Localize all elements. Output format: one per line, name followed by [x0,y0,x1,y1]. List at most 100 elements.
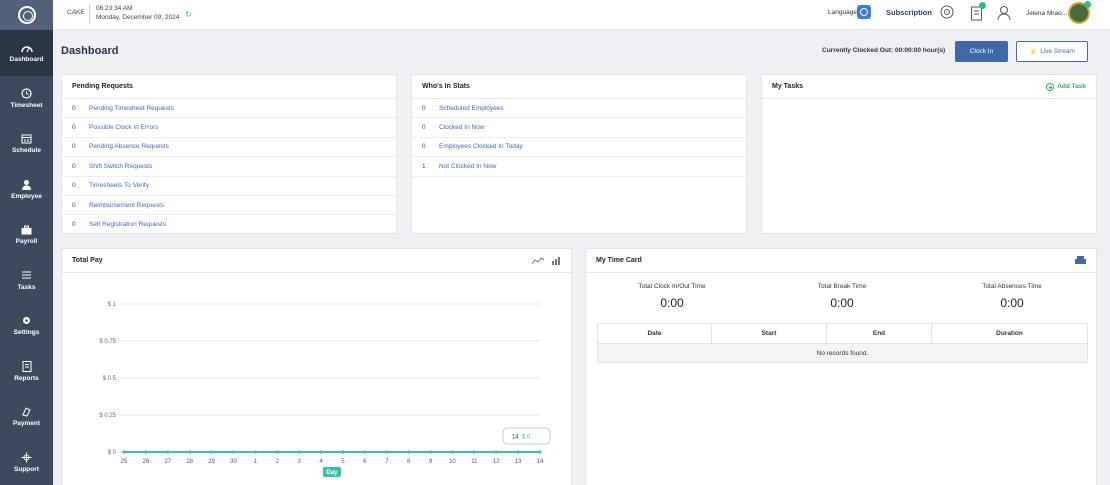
app-logo[interactable] [0,0,53,30]
stat-label: Total Absences Time [982,283,1042,290]
data-point[interactable] [144,450,148,454]
subscription-link[interactable]: Subscription [886,8,932,17]
item-link[interactable]: Scheduled Employees [439,105,504,112]
line-chart-icon[interactable] [532,256,544,265]
y-tick-label: $ 0.75 [99,339,116,345]
x-tick-label: 2 [276,459,280,465]
item-link[interactable]: Possible Clock In Errors [89,124,158,131]
page-title: Dashboard [61,45,119,57]
list-icon [20,270,33,281]
data-point[interactable] [450,450,455,454]
sidebar-item-support[interactable]: Support [0,440,53,485]
sidebar-item-payment[interactable]: Payment [0,394,53,440]
help-lifebuoy-icon[interactable] [940,5,954,21]
data-point[interactable] [341,450,345,454]
data-point[interactable] [188,450,192,454]
sidebar-item-dashboard[interactable]: Dashboard [0,30,53,76]
list-item[interactable]: 0 Scheduled Employees [412,99,746,119]
data-point[interactable] [319,450,323,454]
language-label: Language: [828,9,859,16]
item-link[interactable]: Pending Timesheet Requests [89,105,174,112]
live-stream-button[interactable]: ⚡ Live Stream [1016,41,1088,62]
sidebar-item-payroll[interactable]: Payroll [0,212,53,258]
person-icon [20,179,33,190]
item-link[interactable]: Reimbursement Requests [89,202,164,209]
bar-chart-icon[interactable] [552,256,561,265]
list-item[interactable]: 0 Clocked In Now [412,118,746,138]
data-point[interactable] [253,450,257,454]
list-item[interactable]: 0 Pending Absence Requests [62,138,396,158]
data-point[interactable] [363,450,367,454]
top-bar: CAKE 06:23:34 AM Monday, December 09, 20… [53,0,1110,30]
time-card-stats: Total Clock In/Out Time 0:00 Total Break… [586,283,1096,323]
data-point[interactable] [122,450,126,454]
item-link[interactable]: Timesheets To Verify [89,182,149,189]
data-point[interactable] [275,450,279,454]
list-item[interactable]: 0 Pending Timesheet Requests [62,99,396,119]
data-point[interactable] [494,450,498,454]
list-item[interactable]: 0 Self Registration Requests [62,215,396,235]
data-point[interactable] [472,450,476,454]
item-link[interactable]: Self Registration Requests [89,221,166,228]
add-task-button[interactable]: Add Task [1046,82,1086,91]
sidebar-item-timesheet[interactable]: Timesheet [0,76,53,122]
empty-message: No records found. [598,344,1087,362]
clock-in-button[interactable]: Clock In [955,41,1008,62]
data-point[interactable] [297,450,301,454]
sidebar-item-settings[interactable]: Settings [0,303,53,349]
list-item[interactable]: 0 Timesheets To Verify [62,177,396,196]
lightning-icon: ⚡ [1029,48,1038,56]
item-count: 0 [422,104,426,112]
item-link[interactable]: Employees Clocked In Today [439,143,523,150]
stat-clock-time: Total Clock In/Out Time 0:00 [592,283,752,310]
notification-badge [979,2,986,9]
item-link[interactable]: Not Clocked In Now [439,163,496,170]
print-icon[interactable] [1075,256,1086,265]
stat-value: 0:00 [660,296,684,310]
list-item[interactable]: 0 Shift Switch Requests [62,157,396,177]
column-date[interactable]: Date [598,324,712,343]
avatar[interactable] [1068,1,1091,24]
sidebar-item-schedule[interactable]: Schedule [0,121,53,167]
sidebar-item-employee[interactable]: Employee [0,167,53,213]
data-point[interactable] [209,450,214,454]
data-point[interactable] [538,450,542,454]
sidebar-item-reports[interactable]: Reports [0,349,53,395]
user-icon[interactable] [997,5,1011,21]
list-item[interactable]: 0 Reimbursement Requests [62,196,396,216]
panel-header: My Tasks Add Task [762,75,1096,99]
data-point[interactable] [516,450,520,454]
item-count: 1 [422,162,426,170]
list-item[interactable]: 0 Possible Clock In Errors [62,118,396,138]
notes-icon[interactable] [970,2,986,21]
data-point[interactable] [428,450,433,454]
x-tick-label: 1 [254,459,258,465]
item-link[interactable]: Shift Switch Requests [89,163,152,170]
data-point[interactable] [407,450,411,454]
username[interactable]: Jelena Mrao... [1026,10,1067,17]
x-tick-label: 3 [297,459,301,465]
globe-icon[interactable] [857,5,871,19]
briefcase-icon [20,224,33,235]
refresh-icon[interactable]: ↻ [185,10,192,19]
data-point[interactable] [166,450,170,454]
clock-status: Currently Clocked Out: 00:00:00 hour(s) [822,47,946,54]
sidebar-item-label: Dashboard [9,56,44,64]
time-card-panel: My Time Card Total Clock In/Out Time 0:0… [585,248,1097,485]
item-count: 0 [72,162,76,170]
gear-icon [20,315,33,326]
column-start[interactable]: Start [712,324,827,343]
column-duration[interactable]: Duration [932,324,1087,343]
sidebar-item-label: Timesheet [10,101,43,109]
payment-icon [20,406,33,417]
panel-title: Total Pay [72,257,103,264]
clock-icon [20,88,33,99]
item-link[interactable]: Pending Absence Requests [89,143,169,150]
sidebar-item-tasks[interactable]: Tasks [0,258,53,304]
data-point[interactable] [231,450,236,454]
list-item[interactable]: 0 Employees Clocked In Today [412,138,746,158]
item-link[interactable]: Clocked In Now [439,124,485,131]
data-point[interactable] [385,450,389,454]
column-end[interactable]: End [827,324,932,343]
list-item[interactable]: 1 Not Clocked In Now [412,157,746,177]
